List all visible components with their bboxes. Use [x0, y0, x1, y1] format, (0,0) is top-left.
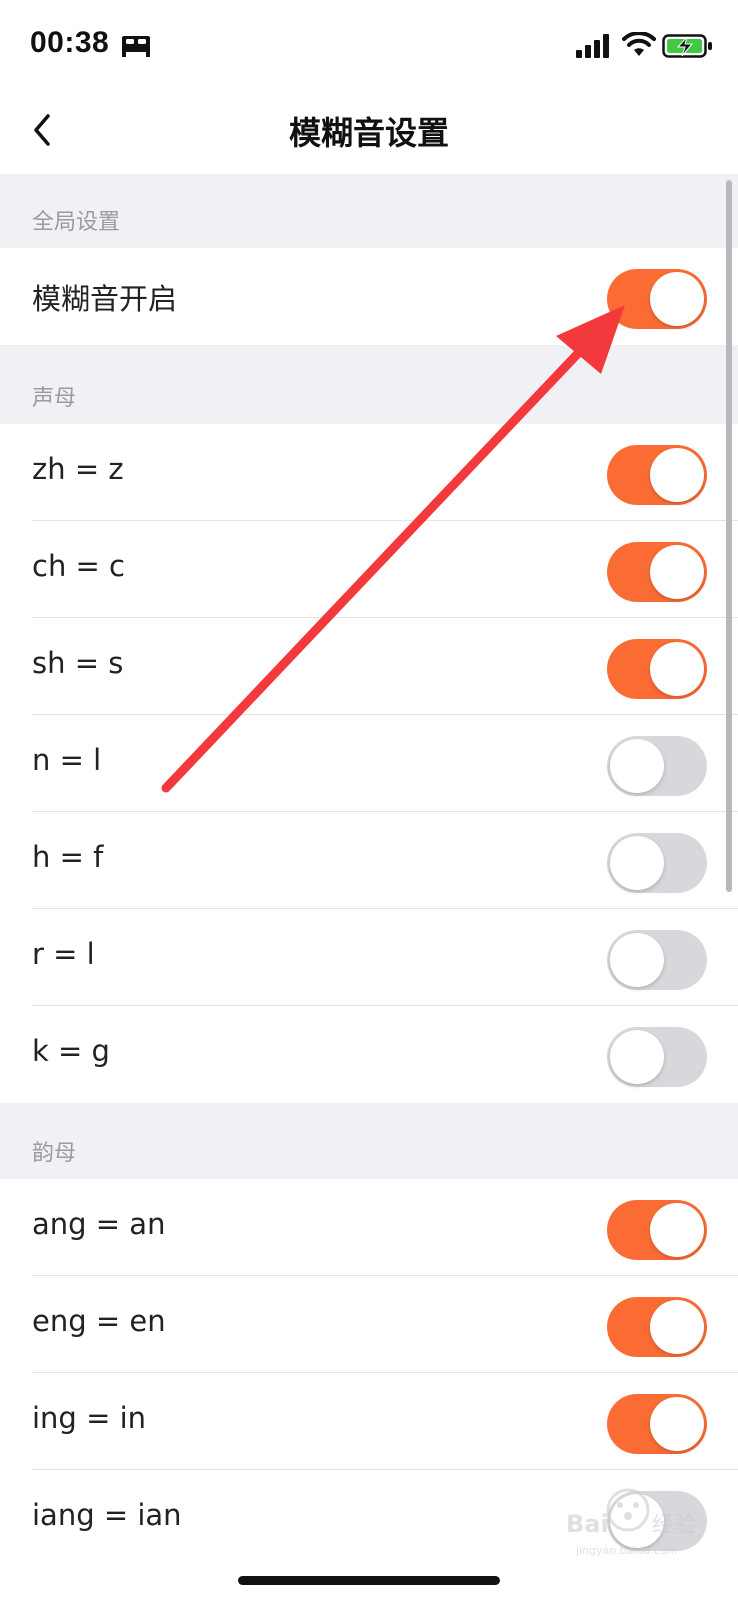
- section-header-label: 声母: [32, 386, 77, 411]
- row-label: h = f: [32, 840, 104, 874]
- signal-icon: [576, 34, 609, 58]
- row-label: r = l: [32, 937, 95, 971]
- navigation-bar: 模糊音设置: [0, 88, 738, 174]
- battery-charging-icon: [662, 34, 712, 58]
- row-label: zh = z: [32, 452, 124, 486]
- toggle-switch[interactable]: [607, 1297, 707, 1357]
- section-header-global: 全局设置: [0, 174, 738, 248]
- toggle-knob: [650, 1397, 704, 1451]
- section-header-label: 韵母: [32, 1141, 77, 1166]
- toggle-knob: [650, 1203, 704, 1257]
- svg-text:经验: 经验: [652, 1513, 696, 1538]
- section-header-label: 全局设置: [32, 210, 121, 235]
- settings-row-k-g: k = g: [0, 1006, 738, 1103]
- toggle-switch[interactable]: [607, 1200, 707, 1260]
- section-header-finals: 韵母: [0, 1103, 738, 1179]
- toggle-knob: [610, 836, 664, 890]
- toggle-switch[interactable]: [607, 930, 707, 990]
- settings-row-h-f: h = f: [0, 812, 738, 909]
- row-label: sh = s: [32, 646, 124, 680]
- status-bar: 00:38: [0, 0, 738, 88]
- row-label: ang = an: [32, 1207, 166, 1241]
- settings-row-fuzzy-enable: 模糊音开启: [0, 248, 738, 345]
- row-label: iang = ian: [32, 1498, 182, 1532]
- toggle-knob: [650, 545, 704, 599]
- toggle-knob: [610, 739, 664, 793]
- settings-row-sh-s: sh = s: [0, 618, 738, 715]
- toggle-switch[interactable]: [607, 1394, 707, 1454]
- scrollbar[interactable]: [726, 180, 732, 892]
- row-label: 模糊音开启: [32, 282, 178, 316]
- toggle-knob: [650, 1300, 704, 1354]
- page-title: 模糊音设置: [288, 114, 449, 152]
- home-indicator[interactable]: [238, 1576, 500, 1585]
- toggle-knob: [650, 448, 704, 502]
- toggle-switch[interactable]: [607, 1027, 707, 1087]
- toggle-knob: [650, 272, 704, 326]
- toggle-switch[interactable]: [607, 269, 707, 329]
- wifi-icon: [622, 32, 656, 56]
- toggle-switch[interactable]: [607, 736, 707, 796]
- toggle-switch[interactable]: [607, 542, 707, 602]
- row-label: k = g: [32, 1034, 110, 1068]
- toggle-knob: [650, 642, 704, 696]
- settings-row-n-l: n = l: [0, 715, 738, 812]
- baidu-watermark-logo: Bai 经验 jingyan.baidu.com: [566, 1488, 696, 1557]
- settings-row-ch-c: ch = c: [0, 521, 738, 618]
- settings-row-r-l: r = l: [0, 909, 738, 1006]
- bed-icon: [122, 36, 150, 57]
- toggle-knob: [610, 933, 664, 987]
- row-label: eng = en: [32, 1304, 166, 1338]
- settings-row-eng-en: eng = en: [0, 1276, 738, 1373]
- settings-row-zh-z: zh = z: [0, 424, 738, 521]
- section-header-initials: 声母: [0, 345, 738, 424]
- toggle-switch[interactable]: [607, 639, 707, 699]
- row-label: ch = c: [32, 549, 126, 583]
- toggle-switch[interactable]: [607, 445, 707, 505]
- svg-text:Bai: Bai: [566, 1510, 609, 1538]
- settings-row-ang-an: ang = an: [0, 1179, 738, 1276]
- svg-text:jingyan.baidu.com: jingyan.baidu.com: [575, 1544, 678, 1557]
- toggle-knob: [610, 1030, 664, 1084]
- settings-row-ing-in: ing = in: [0, 1373, 738, 1470]
- status-time: 00:38: [30, 26, 110, 59]
- row-label: ing = in: [32, 1401, 147, 1435]
- row-label: n = l: [32, 743, 102, 777]
- toggle-switch[interactable]: [607, 833, 707, 893]
